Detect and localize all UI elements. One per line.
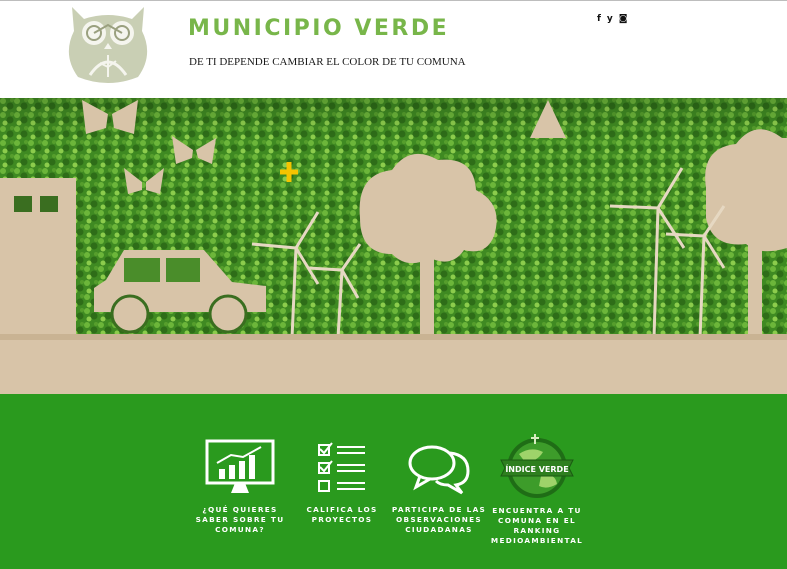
chat-bubbles-icon: [408, 445, 470, 495]
owl-logo-icon[interactable]: [62, 5, 154, 83]
chart-monitor-icon: [205, 439, 275, 493]
globe-index-icon: ÍNDICE VERDE: [500, 434, 574, 498]
feature-item-green-index[interactable]: ÍNDICE VERDE Encuentra a tu comuna en el…: [489, 432, 585, 546]
facebook-icon[interactable]: f: [597, 15, 601, 24]
feature-item-know-your-commune[interactable]: ¿Qué quieres saber sobre tu comuna?: [192, 439, 288, 535]
index-badge-text: ÍNDICE VERDE: [505, 463, 568, 474]
site-tagline: DE TI DEPENDE CAMBIAR EL COLOR DE TU COM…: [189, 56, 466, 68]
feature-item-citizen-observations[interactable]: Participa de las observaciones ciudadana…: [391, 439, 487, 535]
hero-banner: [0, 98, 787, 394]
feature-label: Califica los proyectos: [306, 505, 378, 524]
checklist-icon: [318, 442, 365, 492]
building-shape: [0, 178, 76, 338]
site-title[interactable]: MUNICIPIO VERDE: [188, 16, 449, 41]
site-header: MUNICIPIO VERDE DE TI DEPENDE CAMBIAR EL…: [0, 1, 787, 98]
features-panel: ¿Qué quieres saber sobre tu comuna? Cali…: [0, 394, 787, 569]
feature-item-rate-projects[interactable]: Califica los proyectos: [294, 439, 390, 525]
feature-label: Encuentra a tu comuna en el ranking medi…: [490, 506, 584, 545]
feature-label: Participa de las observaciones ciudadana…: [391, 505, 487, 534]
paper-ground: [0, 334, 787, 394]
hero-illustration: [0, 98, 787, 394]
instagram-icon[interactable]: ◙: [619, 15, 628, 24]
social-links: f y ◙: [597, 15, 628, 24]
twitter-icon[interactable]: y: [607, 15, 613, 24]
feature-label: ¿Qué quieres saber sobre tu comuna?: [195, 505, 285, 534]
